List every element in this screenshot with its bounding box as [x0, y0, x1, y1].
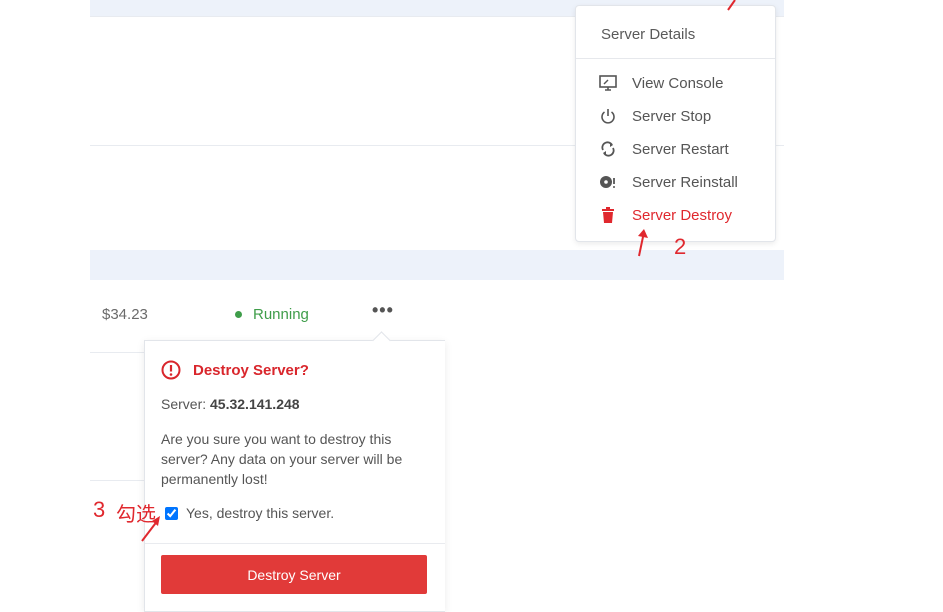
annotation-step-2: 2 — [674, 234, 687, 259]
annotation-step-3-text: 勾选 — [116, 502, 156, 526]
annotation-step-3: 3 — [93, 497, 106, 522]
